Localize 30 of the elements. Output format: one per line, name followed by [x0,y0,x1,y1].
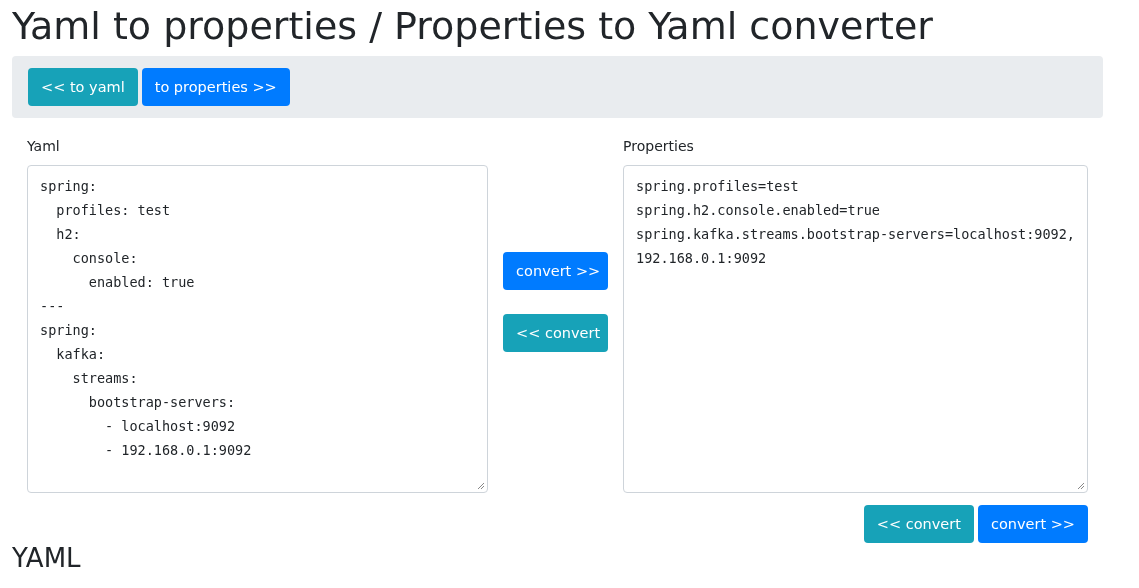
convert-button[interactable]: convert >> [503,252,609,290]
resize-grip-icon [1077,482,1085,490]
field-label: Properties [623,137,695,156]
code-line: 192.168.0.1:9092 [636,249,768,268]
convert-button[interactable]: convert >> [977,505,1088,543]
code-line: spring.h2.console.enabled=true [636,201,881,220]
code-line: kafka: [55,345,107,364]
code-line: spring: [40,321,98,340]
resize-grip-icon [477,482,486,490]
page-title: Yaml to properties / Properties to Yaml converter [12,3,934,50]
code-line: - 192.168.0.1:9092 [104,441,253,460]
code-line: streams: [71,369,139,388]
code-line: h2: [55,225,82,244]
code-line: bootstrap-servers: [87,393,237,412]
mode-button[interactable]: to properties >> [141,68,290,106]
properties-textarea[interactable]: spring.profiles=test spring.h2.console.enabled=true spring.kafka.streams.bootstrap-servers=localhost:9092, 192.168.0.1:9092 [623,165,1088,493]
section-heading: YAML [12,543,82,573]
code-line: console: [71,249,139,268]
code-line: spring: [40,177,98,196]
code-line: spring.kafka.streams.bootstrap-servers=localhost:9092, [636,225,1075,244]
mode-button[interactable]: << to yaml [28,68,138,106]
code-line: --- [40,297,66,316]
code-line: spring.profiles=test [636,177,800,196]
code-line: - localhost:9092 [104,417,237,436]
convert-button[interactable]: << convert [503,314,609,352]
code-line: profiles: test [55,201,172,220]
code-line: enabled: true [87,273,196,292]
convert-button[interactable]: << convert [863,505,974,543]
field-label: Yaml [27,137,61,156]
yaml-textarea[interactable]: spring: profiles: test h2: console: enabled: true --- spring: kafka: streams: bootstrap-servers: - localhost:9092 - 192.168.0.1:9092 [27,165,489,493]
